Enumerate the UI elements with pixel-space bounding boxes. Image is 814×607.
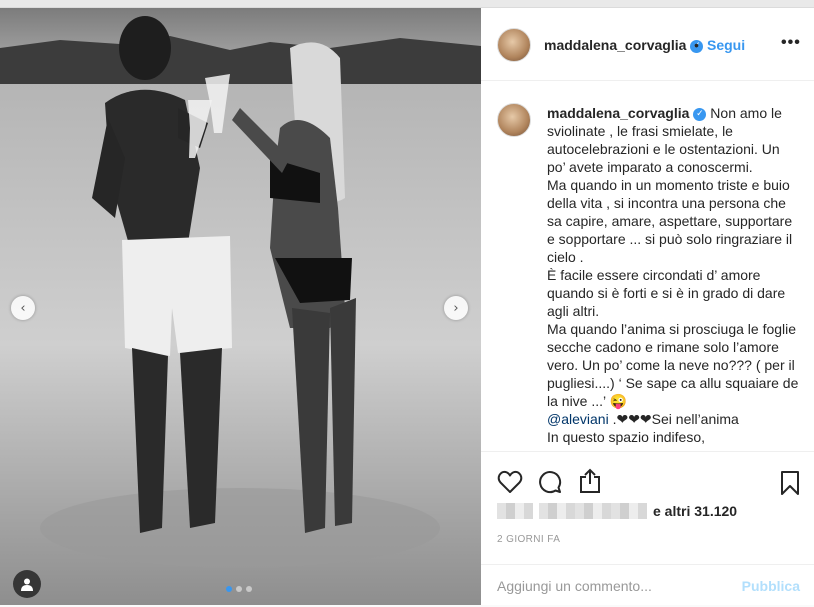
author-avatar[interactable] — [497, 28, 531, 62]
previous-image-button[interactable]: ‹ — [11, 296, 35, 320]
beach-photo-image — [0, 8, 481, 605]
heart-icon[interactable] — [497, 470, 523, 494]
user-tag-button[interactable] — [13, 570, 41, 598]
publish-button[interactable]: Pubblica — [742, 578, 800, 594]
caption-username[interactable]: maddalena_corvaglia — [547, 105, 689, 121]
more-options-button[interactable]: ••• — [781, 34, 801, 52]
post-actions: e altri 31.120 2 GIORNI FA Aggiungi un c… — [481, 451, 814, 606]
browser-strip — [0, 0, 814, 7]
chevron-left-icon: ‹ — [20, 300, 26, 316]
user-tag-icon — [21, 578, 33, 591]
carousel-dot-active — [226, 586, 232, 592]
blurred-liker-name — [539, 503, 647, 519]
comment-input[interactable]: Aggiungi un commento... — [497, 578, 652, 594]
verified-badge-icon: ✓ — [693, 107, 707, 121]
likes-count-text[interactable]: e altri 31.120 — [653, 503, 737, 519]
caption-avatar[interactable] — [497, 103, 531, 137]
post-header: maddalena_corvaglia ✓ • Segui ••• — [481, 8, 814, 81]
comment-icon[interactable] — [538, 470, 562, 494]
follow-button[interactable]: Segui — [707, 37, 745, 53]
post-photo: ‹ › — [0, 8, 481, 605]
likes-summary[interactable]: e altri 31.120 — [497, 502, 737, 520]
carousel-dot — [246, 586, 252, 592]
separator-dot: • — [694, 37, 699, 53]
share-icon[interactable] — [579, 468, 601, 494]
next-image-button[interactable]: › — [444, 296, 468, 320]
post-timestamp[interactable]: 2 GIORNI FA — [497, 534, 560, 545]
add-comment-bar: Aggiungi un commento... Pubblica — [481, 564, 814, 607]
carousel-dot — [236, 586, 242, 592]
carousel-indicator — [226, 586, 252, 592]
bookmark-icon[interactable] — [780, 470, 800, 496]
blurred-liker-avatar — [497, 503, 533, 519]
author-username[interactable]: maddalena_corvaglia ✓ — [544, 37, 704, 53]
caption-mention-link[interactable]: @aleviani — [547, 411, 609, 427]
chevron-right-icon: › — [453, 300, 459, 316]
comments-area[interactable]: maddalena_corvaglia ✓ Non amo le sviolina… — [481, 81, 814, 451]
post-sidebar: maddalena_corvaglia ✓ • Segui ••• maddale… — [481, 8, 814, 605]
post-caption: maddalena_corvaglia ✓ Non amo le sviolina… — [547, 104, 801, 446]
caption-text: Non amo le sviolinate , le frasi smielat… — [547, 105, 799, 409]
post-card: ‹ › maddalena_corvaglia ✓ • Segui ••• mad… — [0, 7, 814, 605]
author-username-text[interactable]: maddalena_corvaglia — [544, 37, 686, 53]
